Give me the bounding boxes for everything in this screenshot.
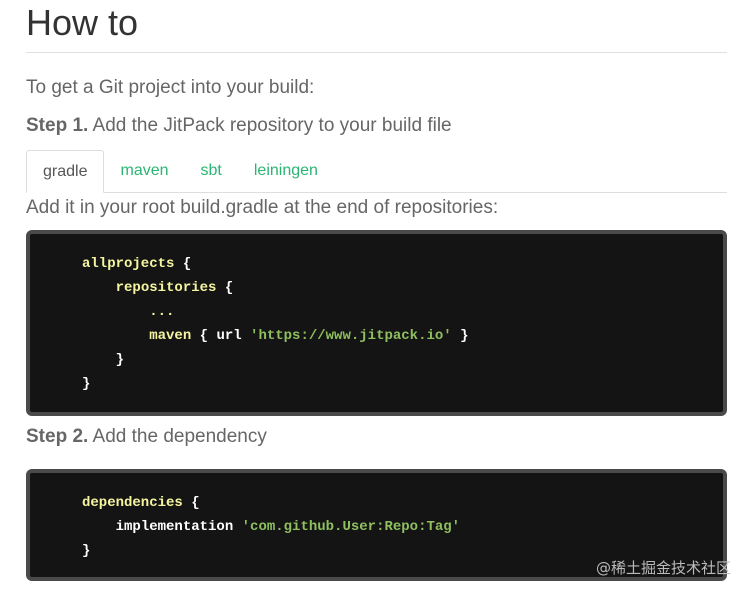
code-keyword: allprojects: [82, 256, 175, 272]
step-2-label: Step 2.: [26, 426, 89, 447]
code-keyword: ...: [149, 304, 175, 320]
code-line: repositories {: [82, 276, 723, 300]
tab-leiningen[interactable]: leiningen: [238, 150, 334, 192]
code-token: }: [115, 352, 125, 368]
code-line: dependencies {: [82, 491, 723, 515]
watermark: @稀土掘金技术社区: [595, 559, 731, 577]
code-line: maven { url 'https://www.jitpack.io' }: [82, 324, 723, 348]
step-2-heading: Step 2. Add the dependency: [26, 425, 727, 449]
code-string: 'https://www.jitpack.io': [250, 328, 452, 344]
code-token: {: [182, 495, 200, 511]
code-string: 'com.github.User:Repo:Tag': [241, 519, 461, 535]
code-token: {: [174, 256, 192, 272]
tab-sbt[interactable]: sbt: [185, 150, 238, 192]
code-token: }: [451, 328, 469, 344]
code-token: }: [82, 543, 91, 559]
tab-description: Add it in your root build.gradle at the …: [26, 197, 499, 218]
step-1-heading: Step 1. Add the JitPack repository to yo…: [26, 114, 727, 138]
code-keyword: repositories: [115, 280, 217, 296]
step-2-text: Add the dependency: [92, 426, 267, 447]
build-tool-tabs: gradle maven sbt leiningen: [26, 150, 727, 193]
code-token: {: [216, 280, 234, 296]
tab-gradle[interactable]: gradle: [26, 150, 105, 193]
tab-maven[interactable]: maven: [104, 150, 184, 192]
page-title: How to: [26, 2, 139, 43]
code-line: allprojects {: [82, 252, 723, 276]
code-line: }: [82, 372, 723, 396]
step-1-text: Add the JitPack repository to your build…: [92, 115, 452, 136]
code-line: }: [82, 348, 723, 372]
code-line: implementation 'com.github.User:Repo:Tag…: [82, 515, 723, 539]
code-keyword: dependencies: [82, 495, 183, 511]
code-keyword: maven: [149, 328, 192, 344]
intro-text: To get a Git project into your build:: [26, 77, 315, 98]
code-token: { url: [191, 328, 251, 344]
step-1-label: Step 1.: [26, 115, 89, 136]
repository-code-block[interactable]: allprojects { repositories { ... maven {…: [26, 230, 727, 416]
code-token: }: [82, 376, 91, 392]
code-token: implementation: [115, 519, 242, 535]
code-line: ...: [82, 300, 723, 324]
page-content: How to To get a Git project into your bu…: [26, 0, 727, 581]
title-divider: [26, 52, 727, 53]
